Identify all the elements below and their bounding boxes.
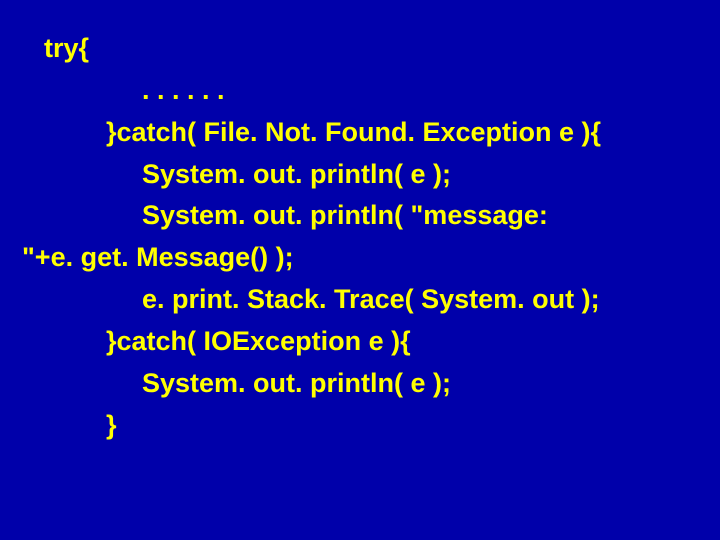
code-line-try: try{: [0, 28, 720, 70]
code-line-catch-ioe: }catch( IOException e ){: [0, 321, 720, 363]
code-line-ellipsis: . . . . . .: [0, 70, 720, 112]
code-line-println-e2: System. out. println( e );: [0, 363, 720, 405]
code-line-printstacktrace: e. print. Stack. Trace( System. out );: [0, 279, 720, 321]
code-line-catch-fnfe: }catch( File. Not. Found. Exception e ){: [0, 112, 720, 154]
code-line-println-msg-wrap: "+e. get. Message() );: [0, 237, 720, 279]
code-line-println-msg: System. out. println( "message:: [0, 195, 720, 237]
code-line-println-e1: System. out. println( e );: [0, 154, 720, 196]
code-line-close-brace: }: [0, 405, 720, 447]
